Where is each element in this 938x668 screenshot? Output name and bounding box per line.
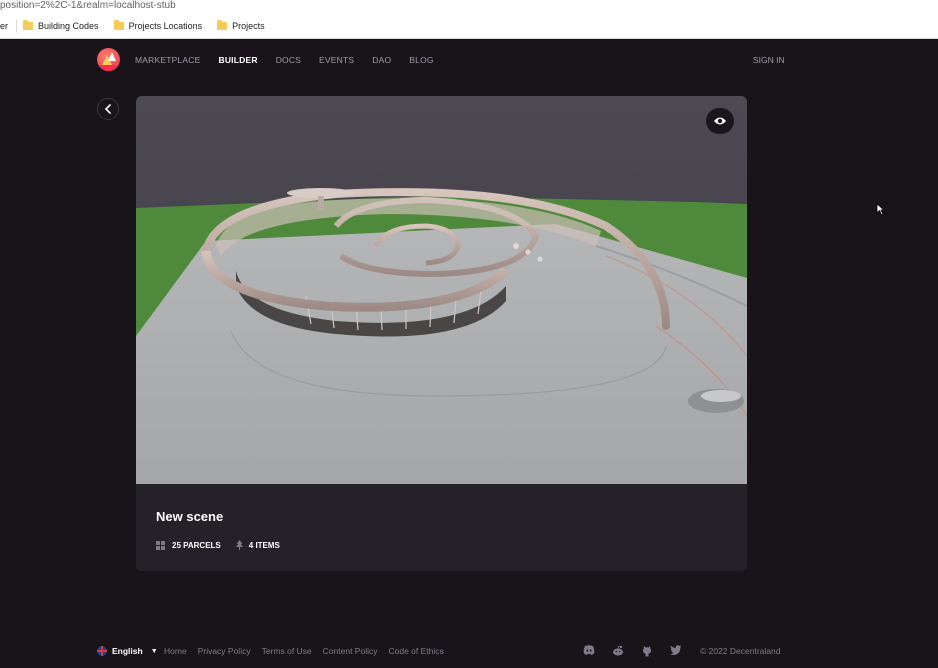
scene-preview — [136, 96, 747, 484]
twitter-icon[interactable] — [670, 645, 682, 656]
main-nav: MARKETPLACE BUILDER DOCS EVENTS DAO BLOG — [135, 55, 452, 65]
nav-marketplace[interactable]: MARKETPLACE — [135, 55, 201, 65]
uk-flag-icon — [97, 646, 107, 656]
language-label: English — [112, 646, 143, 656]
nav-dao[interactable]: DAO — [372, 55, 391, 65]
scene-title: New scene — [156, 509, 224, 524]
copyright-text: © 2022 Decentraland — [700, 646, 781, 656]
bookmark-separator — [16, 19, 18, 33]
footer-link-content-policy[interactable]: Content Policy — [323, 646, 378, 656]
url-text: position=2%2C-1&realm=localhost-stub — [0, 0, 176, 11]
footer-link-home[interactable]: Home — [164, 646, 187, 656]
address-bar[interactable]: position=2%2C-1&realm=localhost-stub — [0, 0, 938, 14]
parcels-label: 25 PARCELS — [172, 540, 221, 550]
chevron-left-icon — [104, 104, 111, 114]
social-links — [583, 645, 682, 657]
footer: English ▼ Home Privacy Policy Terms of U… — [0, 640, 938, 662]
bookmark-building-codes[interactable]: Building Codes — [23, 20, 99, 31]
mouse-cursor-icon — [876, 203, 885, 216]
bookmark-label: Building Codes — [38, 21, 99, 31]
footer-link-terms[interactable]: Terms of Use — [262, 646, 312, 656]
nav-blog[interactable]: BLOG — [409, 55, 433, 65]
footer-links: Home Privacy Policy Terms of Use Content… — [164, 646, 455, 656]
footer-link-code-of-ethics[interactable]: Code of Ethics — [388, 646, 443, 656]
scene-meta: 25 PARCELS 4 ITEMS — [156, 540, 295, 550]
caret-down-icon: ▼ — [150, 647, 158, 655]
github-icon[interactable] — [641, 645, 653, 657]
parcels-count: 25 PARCELS — [156, 540, 221, 550]
bookmark-projects[interactable]: Projects — [217, 20, 265, 31]
scene-card: New scene 25 PARCELS 4 ITEMS — [136, 96, 747, 571]
eye-icon — [714, 117, 726, 125]
folder-icon — [23, 20, 34, 30]
nav-builder[interactable]: BUILDER — [219, 55, 258, 65]
bookmark-edge[interactable]: er — [0, 21, 8, 31]
items-label: 4 ITEMS — [248, 540, 280, 550]
preview-eye-button[interactable] — [706, 108, 734, 134]
bookmarks-bar: er Building Codes Projects Locations Pro… — [0, 14, 938, 39]
folder-icon — [217, 20, 228, 30]
back-button[interactable] — [97, 98, 119, 120]
items-count: 4 ITEMS — [235, 540, 280, 550]
parcels-grid-icon — [156, 540, 165, 550]
sign-in-link[interactable]: SIGN IN — [753, 55, 785, 65]
decentraland-logo-icon[interactable] — [97, 48, 120, 71]
top-navbar: MARKETPLACE BUILDER DOCS EVENTS DAO BLOG… — [0, 39, 938, 81]
reddit-icon[interactable] — [612, 645, 624, 656]
discord-icon[interactable] — [583, 645, 595, 656]
nav-docs[interactable]: DOCS — [276, 55, 301, 65]
folder-icon — [113, 20, 124, 30]
bookmark-label: Projects Locations — [128, 21, 203, 31]
footer-link-privacy[interactable]: Privacy Policy — [198, 646, 251, 656]
tree-icon — [235, 540, 243, 550]
nav-events[interactable]: EVENTS — [319, 55, 354, 65]
language-selector[interactable]: English ▼ — [97, 646, 158, 656]
bookmark-projects-locations[interactable]: Projects Locations — [113, 20, 203, 31]
bookmark-label: Projects — [232, 21, 265, 31]
